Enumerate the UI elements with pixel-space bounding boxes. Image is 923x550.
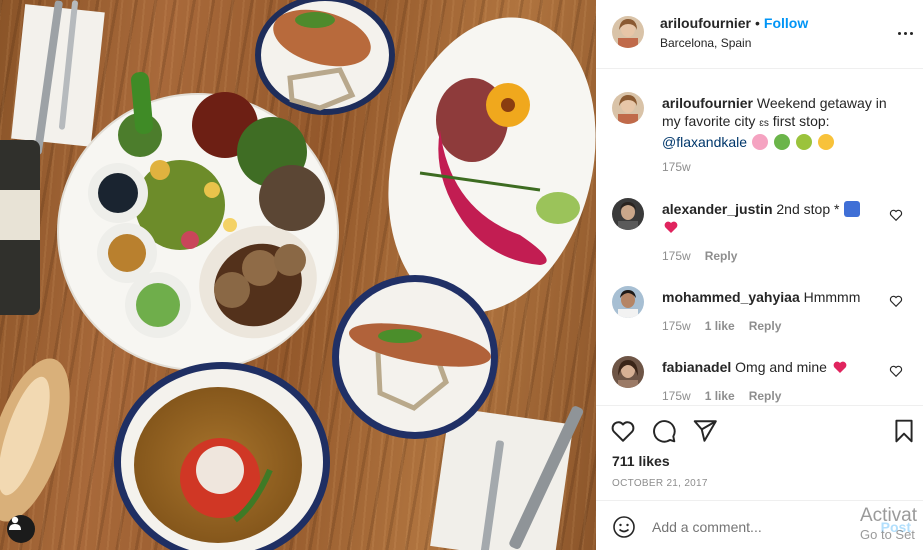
- caption-small-mark: ɛs: [759, 118, 769, 129]
- paper-plane-icon[interactable]: [692, 418, 718, 444]
- caption-text-tail: first stop:: [772, 113, 830, 129]
- comment-meta: 175w 1 like Reply: [662, 389, 795, 403]
- comment-meta: 175w 1 like Reply: [662, 319, 795, 333]
- user-tag-icon[interactable]: [7, 515, 35, 543]
- comment-reply-button[interactable]: Reply: [749, 319, 782, 333]
- comment-username[interactable]: fabianadel: [662, 359, 731, 375]
- header-line: ariloufournier • Follow: [660, 15, 808, 31]
- post-date[interactable]: OCTOBER 21, 2017: [612, 478, 708, 489]
- comment-time[interactable]: 175w: [662, 319, 691, 333]
- comment-likes-count[interactable]: 1 like: [705, 389, 735, 403]
- comments-list[interactable]: ariloufournier Weekend getaway in my fav…: [596, 70, 923, 405]
- commenter-avatar[interactable]: [612, 286, 644, 318]
- post-location[interactable]: Barcelona, Spain: [660, 36, 751, 50]
- comment-text: 2nd stop *: [776, 201, 840, 217]
- man-emoji-icon: [844, 201, 861, 217]
- mention-link[interactable]: @flaxandkale: [662, 134, 747, 150]
- comment-text: Hmmmm: [803, 289, 861, 305]
- comment-likes-count[interactable]: 1 like: [705, 319, 735, 333]
- caption-meta: 175w: [662, 160, 705, 174]
- post-comment-button[interactable]: Post: [881, 519, 911, 535]
- bookmark-icon[interactable]: [891, 418, 917, 444]
- comment-icon[interactable]: [651, 418, 677, 444]
- comment-text: Omg and mine: [735, 359, 827, 375]
- food-photo-illustration: [0, 0, 596, 550]
- heart-icon[interactable]: [610, 418, 636, 444]
- bug-emoji-icon: [795, 134, 812, 150]
- comment-like-heart-icon[interactable]: [889, 208, 903, 222]
- comment-time[interactable]: 175w: [662, 249, 691, 263]
- follow-button[interactable]: Follow: [764, 15, 808, 31]
- hibiscus-emoji-icon: [751, 134, 768, 150]
- add-comment-bar: Post: [596, 500, 923, 550]
- smiley-icon[interactable]: [612, 515, 636, 539]
- comment-username[interactable]: alexander_justin: [662, 201, 773, 217]
- red-heart-icon: [832, 359, 848, 375]
- comment-input[interactable]: [652, 519, 852, 535]
- author-avatar[interactable]: [612, 92, 644, 124]
- separator-dot: •: [755, 15, 760, 31]
- post-photo[interactable]: [0, 0, 596, 550]
- avocado-emoji-icon: [773, 134, 790, 150]
- more-dots-icon[interactable]: [895, 26, 915, 40]
- likes-count[interactable]: 711 likes: [612, 453, 670, 469]
- comment-reply-button[interactable]: Reply: [705, 249, 738, 263]
- commenter-avatar[interactable]: [612, 198, 644, 230]
- caption-username[interactable]: ariloufournier: [662, 95, 753, 111]
- heart-eyes-emoji-icon: [817, 134, 834, 150]
- caption-time[interactable]: 175w: [662, 160, 691, 174]
- post-side-panel: ariloufournier • Follow Barcelona, Spain a…: [596, 0, 923, 550]
- author-username[interactable]: ariloufournier: [660, 15, 751, 31]
- comment-reply-button[interactable]: Reply: [749, 389, 782, 403]
- comment-meta: 175w Reply: [662, 249, 751, 263]
- commenter-avatar[interactable]: [612, 356, 644, 388]
- post-header: ariloufournier • Follow Barcelona, Spain: [596, 0, 923, 69]
- comment-like-heart-icon[interactable]: [889, 294, 903, 308]
- comment-time[interactable]: 175w: [662, 389, 691, 403]
- red-heart-icon: [663, 219, 679, 235]
- post-actions: 711 likes OCTOBER 21, 2017: [596, 405, 923, 500]
- author-avatar[interactable]: [612, 16, 644, 48]
- comment-like-heart-icon[interactable]: [889, 364, 903, 378]
- comment-username[interactable]: mohammed_yahyiaa: [662, 289, 800, 305]
